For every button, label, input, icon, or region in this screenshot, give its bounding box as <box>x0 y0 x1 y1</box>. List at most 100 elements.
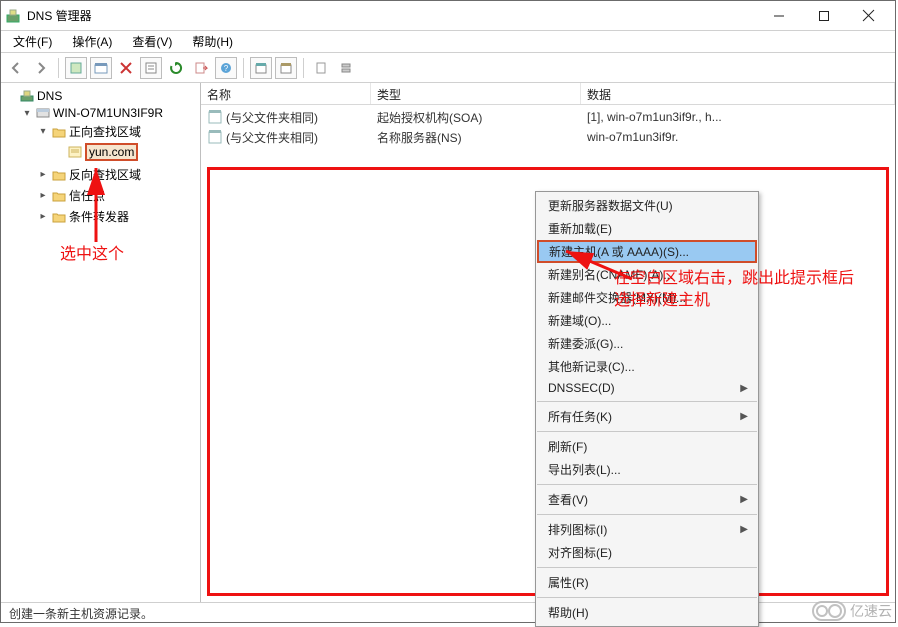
tree-reverse-zones[interactable]: ▸ 反向查找区域 <box>35 165 198 184</box>
context-menu-item[interactable]: 帮助(H) <box>536 601 758 624</box>
minimize-button[interactable] <box>756 2 801 30</box>
context-menu-item[interactable]: 导出列表(L)... <box>536 458 758 481</box>
zone-icon <box>68 146 82 158</box>
collapse-icon[interactable]: ▾ <box>37 126 49 138</box>
context-menu-item-label: 刷新(F) <box>548 438 587 455</box>
context-menu-item-label: 对齐图标(E) <box>548 544 612 561</box>
cell-data: win-o7m1un3if9r. <box>581 130 895 144</box>
context-menu-item-label: 属性(R) <box>548 574 589 591</box>
content-area: DNS ▾ WIN-O7M1UN3IF9R <box>1 83 895 602</box>
tool-filter-icon[interactable] <box>140 57 162 79</box>
toolbar: ? <box>1 53 895 83</box>
context-menu-item[interactable]: 新建主机(A 或 AAAA)(S)... <box>537 240 757 263</box>
maximize-button[interactable] <box>801 2 846 30</box>
context-menu-item[interactable]: 查看(V)▶ <box>536 488 758 511</box>
list-rows: (与父文件夹相同) 起始授权机构(SOA) [1], win-o7m1un3if… <box>201 105 895 149</box>
col-type[interactable]: 类型 <box>371 83 581 104</box>
list-row[interactable]: (与父文件夹相同) 起始授权机构(SOA) [1], win-o7m1un3if… <box>201 107 895 127</box>
tree-trust-points[interactable]: ▸ 信任点 <box>35 186 198 205</box>
watermark-text: 亿速云 <box>850 601 892 621</box>
collapse-icon[interactable]: ▾ <box>21 107 33 119</box>
context-menu-item-label: DNSSEC(D) <box>548 381 615 395</box>
context-menu-item-label: 新建主机(A 或 AAAA)(S)... <box>549 243 689 260</box>
tree-zone-yun-com[interactable]: yun.com <box>51 142 198 162</box>
context-menu-item[interactable]: 所有任务(K) ▶ <box>536 405 758 428</box>
submenu-arrow-icon: ▶ <box>740 494 748 505</box>
folder-icon <box>52 169 66 181</box>
close-button[interactable] <box>846 2 891 30</box>
cell-type: 起始授权机构(SOA) <box>371 109 581 126</box>
tool-refresh-icon[interactable] <box>165 57 187 79</box>
submenu-arrow-icon: ▶ <box>740 524 748 535</box>
tool-preview-icon[interactable] <box>310 57 332 79</box>
forward-button[interactable] <box>30 57 52 79</box>
statusbar: 创建一条新主机资源记录。 <box>1 602 895 622</box>
context-menu-item-label: 排列图标(I) <box>548 521 607 538</box>
record-icon <box>207 109 223 125</box>
menu-action[interactable]: 操作(A) <box>64 31 120 52</box>
tree: DNS ▾ WIN-O7M1UN3IF9R <box>3 87 198 229</box>
annotation-right-label: 在空白区域右击，跳出此提示框后选择新建主机 <box>614 268 864 313</box>
list-row[interactable]: (与父文件夹相同) 名称服务器(NS) win-o7m1un3if9r. <box>201 127 895 147</box>
cell-type: 名称服务器(NS) <box>371 129 581 146</box>
context-menu-item-label: 导出列表(L)... <box>548 461 621 478</box>
annotation-left-label: 选中这个 <box>60 244 124 266</box>
tool-properties-icon[interactable] <box>90 57 112 79</box>
cell-data: [1], win-o7m1un3if9r., h... <box>581 110 895 124</box>
col-name[interactable]: 名称 <box>201 83 371 104</box>
tree-label: DNS <box>37 89 62 103</box>
submenu-arrow-icon: ▶ <box>740 411 748 422</box>
context-menu-item[interactable]: 其他新记录(C)... <box>536 355 758 378</box>
context-menu-item-label: 新建域(O)... <box>548 312 611 329</box>
context-menu-item[interactable]: 刷新(F) <box>536 435 758 458</box>
context-menu-item-label: 帮助(H) <box>548 604 589 621</box>
tree-conditional-forwarders[interactable]: ▸ 条件转发器 <box>35 207 198 226</box>
menu-file[interactable]: 文件(F) <box>5 31 60 52</box>
tool-record-icon[interactable] <box>250 57 272 79</box>
list-header: 名称 类型 数据 <box>201 83 895 105</box>
tree-pane: DNS ▾ WIN-O7M1UN3IF9R <box>1 83 201 602</box>
context-menu-item[interactable]: 对齐图标(E) <box>536 541 758 564</box>
folder-icon <box>52 211 66 223</box>
tree-server[interactable]: ▾ WIN-O7M1UN3IF9R <box>19 105 198 121</box>
context-menu-item-label: 所有任务(K) <box>548 408 612 425</box>
expand-icon[interactable]: ▸ <box>37 169 49 181</box>
submenu-arrow-icon: ▶ <box>740 383 748 394</box>
context-menu-item[interactable]: 更新服务器数据文件(U) <box>536 194 758 217</box>
tree-forward-zones[interactable]: ▾ 正向查找区域 <box>35 122 198 141</box>
expand-icon[interactable]: ▸ <box>37 190 49 202</box>
tree-label: 条件转发器 <box>69 208 129 225</box>
toolbar-separator <box>243 58 244 78</box>
tool-server-icon[interactable] <box>335 57 357 79</box>
tree-label: 信任点 <box>69 187 105 204</box>
tool-help-icon[interactable]: ? <box>215 57 237 79</box>
watermark-logo-icon <box>812 601 846 621</box>
expand-icon[interactable]: ▸ <box>37 211 49 223</box>
context-menu-separator <box>537 514 757 515</box>
svg-text:?: ? <box>224 64 229 73</box>
list-pane[interactable]: 名称 类型 数据 (与父文件夹相同) 起始授权机构(SOA) [1], win-… <box>201 83 895 602</box>
titlebar: DNS 管理器 <box>1 1 895 31</box>
context-menu: 更新服务器数据文件(U)重新加载(E) 新建主机(A 或 AAAA)(S)... 新… <box>535 191 759 627</box>
context-menu-item[interactable]: 重新加载(E) <box>536 217 758 240</box>
tree-root-dns[interactable]: DNS <box>3 88 198 104</box>
tool-record2-icon[interactable] <box>275 57 297 79</box>
tree-label: WIN-O7M1UN3IF9R <box>53 106 163 120</box>
context-menu-item[interactable]: 属性(R) <box>536 571 758 594</box>
col-data[interactable]: 数据 <box>581 83 895 104</box>
back-button[interactable] <box>5 57 27 79</box>
context-menu-item[interactable]: 排列图标(I) ▶ <box>536 518 758 541</box>
context-menu-separator <box>537 484 757 485</box>
folder-icon <box>52 190 66 202</box>
record-icon <box>207 129 223 145</box>
folder-icon <box>52 126 66 138</box>
menu-view[interactable]: 查看(V) <box>124 31 180 52</box>
menu-help[interactable]: 帮助(H) <box>184 31 241 52</box>
cell-name: (与父文件夹相同) <box>226 129 318 146</box>
tool-delete-icon[interactable] <box>115 57 137 79</box>
tool-new-icon[interactable] <box>65 57 87 79</box>
window-controls <box>756 2 891 30</box>
context-menu-item[interactable]: 新建委派(G)... <box>536 332 758 355</box>
tool-export-icon[interactable] <box>190 57 212 79</box>
context-menu-item[interactable]: DNSSEC(D) ▶ <box>536 378 758 398</box>
